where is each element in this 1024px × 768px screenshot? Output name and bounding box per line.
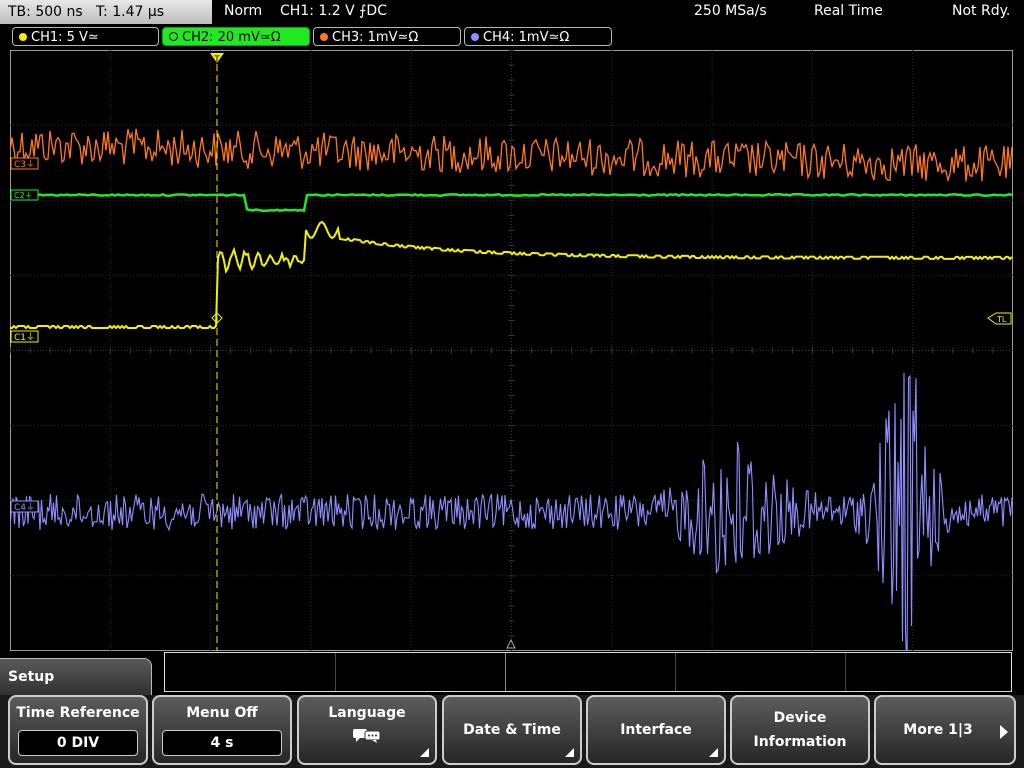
- trigger-mode[interactable]: Norm: [224, 3, 262, 19]
- timebase-box[interactable]: TB: 500 ns T: 1.47 µs: [0, 0, 212, 24]
- submenu-indicator-icon: [565, 748, 574, 757]
- channel-2-marker-label: C2⏚: [14, 191, 33, 200]
- menu-title: Setup: [0, 658, 152, 698]
- softkey-bar: Time Reference 0 DIV Menu Off 4 s Langua…: [0, 695, 1024, 768]
- language-button[interactable]: Language: [297, 695, 437, 765]
- channel-4-marker-label: C4⏚: [14, 502, 35, 513]
- channel-2-label: CH2: 20 mV≃Ω: [182, 30, 281, 45]
- language-label: Language: [328, 705, 406, 721]
- channel-1-ground-marker[interactable]: C1⏚: [10, 330, 39, 343]
- trigger-level-label: TL: [996, 315, 1007, 324]
- channel-3-ground-marker[interactable]: C3⏚: [10, 157, 39, 170]
- more-button[interactable]: More 1|3: [874, 695, 1016, 765]
- interface-button[interactable]: Interface: [586, 695, 726, 765]
- next-page-arrow-icon: [1000, 725, 1008, 739]
- channel-3-label: CH3: 1mV≃Ω: [332, 30, 419, 45]
- channel-tabs: CH1: 5 V≃ CH2: 20 mV≃Ω CH3: 1mV≃Ω CH4: 1…: [0, 27, 1024, 47]
- strip-divider: [505, 653, 506, 691]
- channel-1-dot-icon: [19, 33, 27, 41]
- status-bar: TB: 500 ns T: 1.47 µs Norm CH1: 1.2 V ⨍D…: [0, 0, 1024, 24]
- channel-2-dot-icon: [169, 32, 178, 41]
- acquisition-mode: Real Time: [814, 3, 883, 19]
- submenu-indicator-icon: [420, 748, 429, 757]
- channel-1-marker-label: C1⏚: [14, 332, 35, 343]
- channel-3-dot-icon: [320, 33, 328, 41]
- strip-divider: [845, 653, 846, 691]
- date-time-label: Date & Time: [463, 722, 561, 738]
- ready-state: Not Rdy.: [952, 3, 1011, 19]
- time-reference-value: 0 DIV: [18, 730, 138, 756]
- interface-label: Interface: [620, 722, 692, 738]
- strip-divider: [675, 653, 676, 691]
- channel-3-tab[interactable]: CH3: 1mV≃Ω: [313, 27, 461, 46]
- more-label: More 1|3: [903, 722, 973, 738]
- menu-off-button[interactable]: Menu Off 4 s: [152, 695, 292, 765]
- trigger-position-label: T: [213, 55, 220, 65]
- speech-bubbles-icon: [353, 729, 381, 743]
- channel-3-marker-label: C3⏚: [14, 159, 35, 170]
- channel-4-ground-marker[interactable]: C4⏚: [10, 500, 39, 513]
- timebase-value: TB: 500 ns: [8, 4, 83, 20]
- strip-divider: [335, 653, 336, 691]
- channel-2-ground-marker[interactable]: C2⏚: [10, 189, 39, 201]
- auxiliary-strip: [164, 652, 1012, 692]
- channel-4-label: CH4: 1mV≃Ω: [483, 30, 570, 45]
- date-time-button[interactable]: Date & Time: [442, 695, 582, 765]
- trigger-time-value: T: 1.47 µs: [96, 4, 165, 20]
- channel-4-tab[interactable]: CH4: 1mV≃Ω: [464, 27, 612, 46]
- device-information-label-line1: Device: [773, 710, 827, 726]
- trigger-info[interactable]: CH1: 1.2 V ⨍DC: [280, 3, 387, 19]
- waveform-display[interactable]: T C3⏚ C2⏚ C1⏚ C4⏚ TL: [10, 50, 1013, 651]
- time-reference-label: Time Reference: [16, 705, 140, 721]
- channel-2-tab[interactable]: CH2: 20 mV≃Ω: [162, 27, 310, 46]
- submenu-indicator-icon: [709, 748, 718, 757]
- device-information-label-line2: Information: [753, 734, 847, 750]
- time-reference-button[interactable]: Time Reference 0 DIV: [8, 695, 148, 765]
- channel-1-label: CH1: 5 V≃: [31, 30, 99, 45]
- channel-4-dot-icon: [471, 33, 479, 41]
- menu-off-label: Menu Off: [186, 705, 258, 721]
- sample-rate: 250 MSa/s: [694, 3, 767, 19]
- channel-1-tab[interactable]: CH1: 5 V≃: [12, 27, 159, 46]
- device-information-button[interactable]: Device Information: [730, 695, 870, 765]
- menu-off-value: 4 s: [162, 730, 282, 756]
